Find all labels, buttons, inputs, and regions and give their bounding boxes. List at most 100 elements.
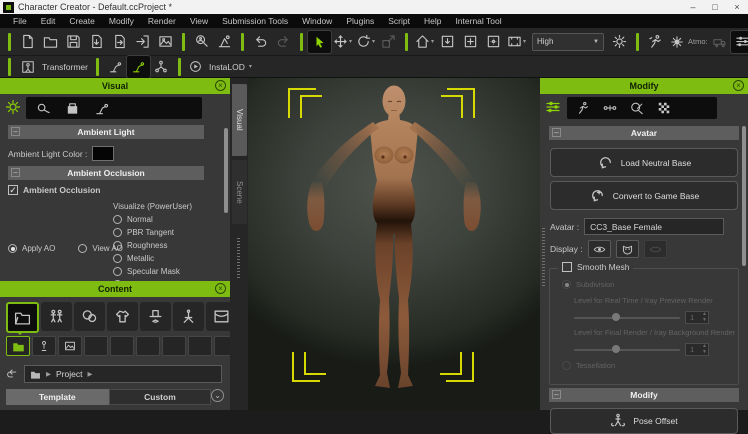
- home-view-button[interactable]: ▾: [413, 31, 436, 53]
- expand-panel-icon[interactable]: ⌄: [211, 389, 224, 402]
- select-tool-button[interactable]: [308, 31, 331, 53]
- subcategory-empty-slot[interactable]: [136, 336, 160, 356]
- smooth-mesh-checkbox[interactable]: ✓: [562, 262, 572, 272]
- subcategory-folder-icon[interactable]: [6, 336, 30, 356]
- scene-props-tab-icon[interactable]: [65, 101, 80, 116]
- tab-custom[interactable]: Custom: [109, 389, 212, 405]
- center-pivot-button[interactable]: [459, 31, 482, 53]
- modify-scrollbar[interactable]: [742, 126, 746, 266]
- undo-button[interactable]: [249, 31, 272, 53]
- show-hidden-eye-icon[interactable]: [644, 240, 667, 258]
- close-button[interactable]: ×: [726, 0, 748, 14]
- content-panel-close-icon[interactable]: ×: [215, 283, 226, 294]
- visual-panel-header[interactable]: Visual ×: [0, 78, 230, 94]
- convert-to-game-base-button[interactable]: Convert to Game Base: [550, 181, 738, 210]
- modify-panel-header[interactable]: Modify ×: [540, 78, 748, 94]
- display-settings-icon[interactable]: [5, 99, 21, 115]
- maximize-button[interactable]: □: [704, 0, 726, 14]
- load-neutral-base-button[interactable]: Load Neutral Base: [550, 148, 738, 177]
- minimize-button[interactable]: –: [682, 0, 704, 14]
- breadcrumb[interactable]: ▶ Project ▶: [24, 365, 222, 383]
- modify-section-header[interactable]: – Modify: [549, 388, 739, 402]
- collapse-icon[interactable]: –: [552, 390, 561, 399]
- menu-view[interactable]: View: [183, 14, 215, 28]
- export-fbx-button[interactable]: [131, 31, 154, 53]
- subcategory-avatar-icon[interactable]: [32, 336, 56, 356]
- ambient-light-section-header[interactable]: – Ambient Light: [8, 125, 204, 139]
- menu-render[interactable]: Render: [141, 14, 183, 28]
- radio-metallic[interactable]: [113, 254, 122, 263]
- kinematics-button[interactable]: [150, 56, 173, 78]
- avatar-name-field[interactable]: CC3_Base Female: [584, 218, 724, 235]
- breadcrumb-project[interactable]: Project: [56, 369, 82, 379]
- texture-tab-icon[interactable]: [657, 101, 671, 115]
- material-tab-icon[interactable]: [630, 101, 644, 115]
- attributes-tab-icon[interactable]: [545, 99, 561, 115]
- category-prop-icon[interactable]: [173, 302, 204, 331]
- camera-tab-icon[interactable]: [36, 101, 51, 116]
- rotate-tool-dropdown[interactable]: ▾: [372, 38, 375, 45]
- wind-effect-button[interactable]: [708, 31, 731, 53]
- final-slider[interactable]: [574, 349, 680, 351]
- apply-ao-radio[interactable]: [8, 244, 17, 253]
- tessellation-radio[interactable]: [562, 361, 571, 370]
- category-cloth-icon[interactable]: [107, 302, 138, 331]
- dock-drag-handle[interactable]: [237, 238, 240, 278]
- lighting-button[interactable]: [608, 31, 631, 53]
- animation-tab-icon[interactable]: [576, 101, 590, 115]
- home-view-dropdown[interactable]: ▾: [431, 38, 434, 45]
- view-ao-radio[interactable]: [78, 244, 87, 253]
- morph-tab-icon[interactable]: [603, 101, 617, 115]
- tab-template[interactable]: Template: [6, 389, 109, 405]
- collapse-icon[interactable]: –: [11, 127, 20, 136]
- edit-pose-button[interactable]: [104, 56, 127, 78]
- ambient-occlusion-checkbox[interactable]: ✓: [8, 185, 18, 195]
- breadcrumb-back-icon[interactable]: [6, 368, 19, 381]
- menu-submission-tools[interactable]: Submission Tools: [215, 14, 295, 28]
- category-accessory-icon[interactable]: [140, 302, 171, 331]
- category-actor-icon[interactable]: [41, 302, 72, 331]
- rotate-tool-button[interactable]: ▾: [354, 31, 377, 53]
- instalod-button[interactable]: InstaLOD: [209, 62, 245, 72]
- save-project-button[interactable]: [62, 31, 85, 53]
- ambient-occlusion-section-header[interactable]: – Ambient Occlusion: [8, 166, 204, 180]
- character-model[interactable]: [248, 78, 540, 410]
- menu-script[interactable]: Script: [381, 14, 417, 28]
- redo-button[interactable]: [272, 31, 295, 53]
- quality-select[interactable]: High▼: [532, 33, 604, 51]
- render-image-button[interactable]: [154, 31, 177, 53]
- move-tool-button[interactable]: ▾: [331, 31, 354, 53]
- subcategory-empty-slot[interactable]: [84, 336, 108, 356]
- fit-view-button[interactable]: [482, 31, 505, 53]
- edit-pose-active-button[interactable]: [127, 56, 150, 78]
- collapse-icon[interactable]: –: [11, 168, 20, 177]
- pose-offset-button[interactable]: Pose Offset: [550, 408, 738, 434]
- light-tab-icon[interactable]: [94, 101, 109, 116]
- final-spinbox[interactable]: 1▲▼: [685, 343, 709, 356]
- dock-tab-scene[interactable]: Scene: [232, 160, 247, 224]
- instalod-dropdown[interactable]: ▾: [249, 63, 252, 70]
- dock-tab-visual[interactable]: Visual: [232, 84, 247, 156]
- category-project-icon[interactable]: [6, 302, 39, 333]
- realtime-slider[interactable]: [574, 317, 680, 319]
- menu-window[interactable]: Window: [295, 14, 339, 28]
- transformer-button[interactable]: Transformer: [42, 62, 88, 72]
- open-project-button[interactable]: [39, 31, 62, 53]
- menu-file[interactable]: File: [6, 14, 34, 28]
- visual-scrollbar[interactable]: [224, 128, 228, 213]
- safe-frame-dropdown[interactable]: ▾: [523, 38, 526, 45]
- scale-tool-button[interactable]: [377, 31, 400, 53]
- avatar-section-header[interactable]: – Avatar: [549, 126, 739, 140]
- subcategory-empty-slot[interactable]: [162, 336, 186, 356]
- zoom-avatar-button[interactable]: [190, 31, 213, 53]
- motion-button[interactable]: [644, 31, 667, 53]
- radio-pbr-tangent[interactable]: [113, 228, 122, 237]
- menu-modify[interactable]: Modify: [102, 14, 141, 28]
- subdivision-radio[interactable]: [562, 280, 571, 289]
- import-content-button[interactable]: [436, 31, 459, 53]
- export-button[interactable]: [108, 31, 131, 53]
- subcategory-image-icon[interactable]: [58, 336, 82, 356]
- safe-frame-button[interactable]: ▾: [505, 31, 528, 53]
- collapse-icon[interactable]: –: [552, 128, 561, 137]
- menu-edit[interactable]: Edit: [34, 14, 63, 28]
